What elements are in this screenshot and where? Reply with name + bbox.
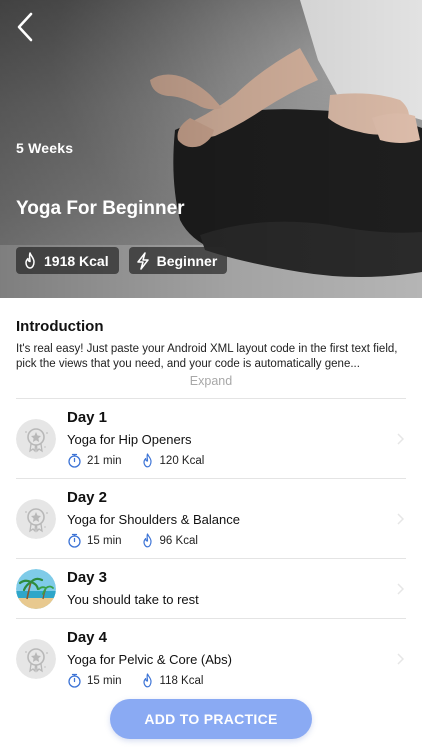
day-list: Day 1 Yoga for Hip Openers 21 min 120 Kc… <box>0 398 422 698</box>
day-row-1[interactable]: Day 1 Yoga for Hip Openers 21 min 120 Kc… <box>16 398 406 478</box>
day-label: Day 2 <box>67 489 108 506</box>
program-title: Yoga For Beginner <box>16 198 185 219</box>
flame-icon <box>142 533 152 548</box>
day-meta: 15 min 96 Kcal <box>67 533 198 548</box>
chevron-right-icon <box>397 433 404 445</box>
chevron-left-icon <box>17 12 33 42</box>
day-row-3[interactable]: Day 3 You should take to rest <box>16 558 406 618</box>
stopwatch-icon <box>68 533 81 548</box>
day-title: You should take to rest <box>67 592 199 607</box>
calories-value: 96 Kcal <box>159 534 198 547</box>
day-label: Day 3 <box>67 569 108 586</box>
duration-value: 15 min <box>87 534 122 547</box>
chevron-right-icon <box>397 653 404 665</box>
day-meta: 21 min 120 Kcal <box>67 453 204 468</box>
level-chip: Beginner <box>128 247 228 274</box>
beach-icon <box>16 569 56 609</box>
flame-icon <box>142 673 152 688</box>
duration-value: 21 min <box>87 454 122 467</box>
calories-value: 120 Kcal <box>159 454 205 467</box>
chevron-right-icon <box>397 583 404 595</box>
introduction-text: It's real easy! Just paste your Android … <box>16 343 398 370</box>
medal-icon <box>16 499 56 539</box>
day-title: Yoga for Pelvic & Core (Abs) <box>67 652 232 667</box>
day-label: Day 4 <box>67 629 108 646</box>
program-stats: 1918 Kcal Beginner <box>16 247 228 274</box>
lightning-icon <box>136 251 149 270</box>
stopwatch-icon <box>68 673 81 688</box>
flame-icon <box>142 453 152 468</box>
add-to-practice-button[interactable]: ADD TO PRACTICE <box>110 699 312 739</box>
day-title: Yoga for Shoulders & Balance <box>67 512 240 527</box>
day-meta: 15 min 118 Kcal <box>67 673 203 688</box>
calories-chip: 1918 Kcal <box>16 247 119 274</box>
day-row-4[interactable]: Day 4 Yoga for Pelvic & Core (Abs) 15 mi… <box>16 618 406 698</box>
day-label: Day 1 <box>67 409 108 426</box>
day-row-2[interactable]: Day 2 Yoga for Shoulders & Balance 15 mi… <box>16 478 406 558</box>
stopwatch-icon <box>68 453 81 468</box>
flame-icon <box>25 251 35 269</box>
medal-icon <box>16 639 56 679</box>
hero-banner: 5 Weeks Yoga For Beginner 1918 Kcal Begi… <box>0 0 422 298</box>
medal-icon <box>16 419 56 459</box>
back-button[interactable] <box>12 10 42 44</box>
level-label: Beginner <box>156 252 218 269</box>
expand-button[interactable]: Expand <box>0 374 422 388</box>
introduction-heading: Introduction <box>16 318 104 335</box>
program-duration: 5 Weeks <box>16 140 74 156</box>
duration-value: 15 min <box>87 674 122 687</box>
day-title: Yoga for Hip Openers <box>67 432 192 447</box>
calories-label: 1918 Kcal <box>44 252 109 269</box>
chevron-right-icon <box>397 513 404 525</box>
calories-value: 118 Kcal <box>159 674 204 687</box>
